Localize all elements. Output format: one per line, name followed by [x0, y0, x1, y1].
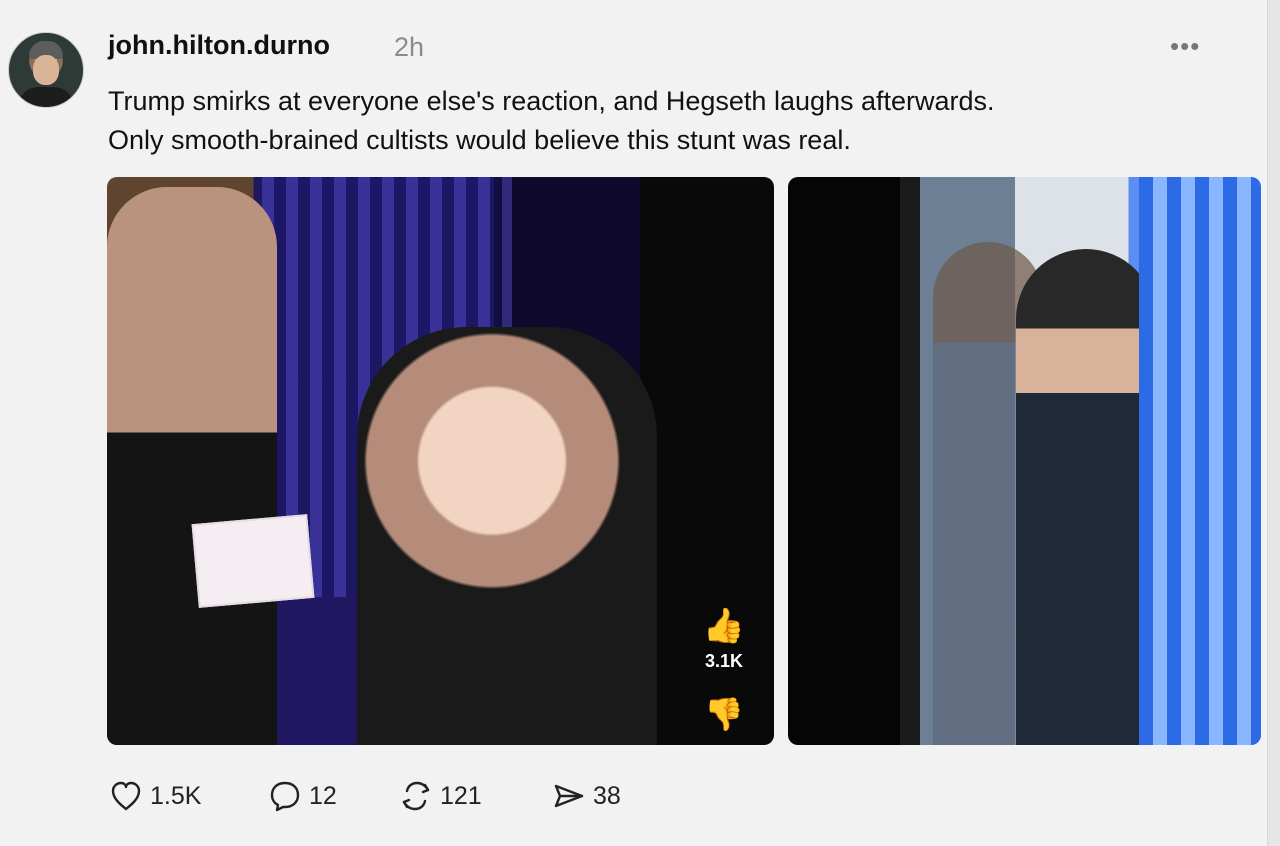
video-thumbnail[interactable]: 👍 3.1K 👎	[107, 177, 774, 745]
avatar-shirt	[17, 87, 75, 107]
avatar-face	[33, 55, 59, 85]
comment-icon	[270, 781, 300, 812]
send-icon	[554, 784, 584, 808]
thumbs-up-icon[interactable]: 👍	[696, 605, 752, 647]
post-action-bar: 1.5K 12 121 38	[106, 774, 666, 818]
post-text: Trump smirks at everyone else's reaction…	[108, 82, 1228, 160]
more-options-icon[interactable]: •••	[1170, 33, 1212, 59]
heart-icon	[111, 781, 141, 811]
held-card	[191, 514, 315, 608]
repost-count: 121	[440, 781, 482, 810]
video-reaction-overlay[interactable]: 👍 3.1K 👎	[696, 605, 752, 735]
repost-button[interactable]: 121	[396, 774, 506, 818]
reply-count: 12	[309, 781, 337, 810]
avatar[interactable]	[8, 32, 84, 108]
photo-thumbnail[interactable]	[788, 177, 1261, 745]
like-button[interactable]: 1.5K	[106, 774, 218, 818]
person-center	[357, 327, 657, 745]
window-right-border	[1267, 0, 1280, 846]
repost-icon	[402, 781, 430, 811]
post-text-content: Trump smirks at everyone else's reaction…	[108, 86, 995, 155]
like-count: 1.5K	[150, 781, 202, 810]
post-timestamp: 2h	[394, 32, 425, 62]
smiling-man	[1016, 249, 1156, 745]
door-frame	[900, 177, 920, 745]
username[interactable]: john.hilton.durno	[108, 30, 330, 61]
thumbs-up-count: 3.1K	[704, 651, 744, 671]
blue-curtain	[1139, 177, 1261, 745]
reply-button[interactable]: 12	[265, 774, 351, 818]
thumbs-down-icon[interactable]: 👎	[696, 698, 752, 730]
person-left	[107, 187, 277, 745]
share-button[interactable]: 38	[549, 774, 647, 818]
share-count: 38	[593, 781, 621, 810]
